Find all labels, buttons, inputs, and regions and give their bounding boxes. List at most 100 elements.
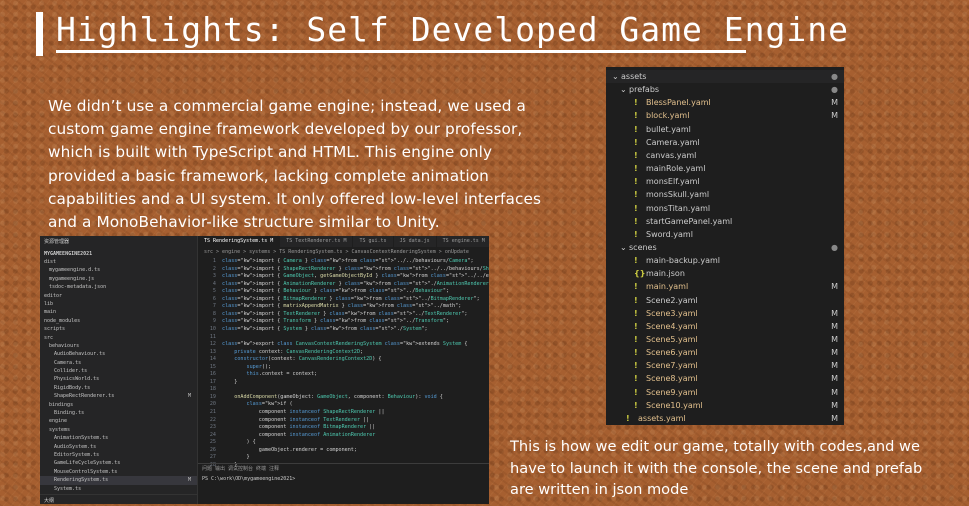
- modified-badge: M: [831, 282, 838, 292]
- file-label: Scene10.yaml: [646, 400, 703, 410]
- tree-item[interactable]: lib: [40, 300, 197, 308]
- file-row[interactable]: ! Scene3.yaml M: [606, 307, 844, 320]
- file-row[interactable]: ! monsTitan.yaml: [606, 202, 844, 215]
- file-row[interactable]: ! Scene2.yaml: [606, 294, 844, 307]
- file-row[interactable]: ! main-backup.yaml: [606, 254, 844, 267]
- file-label: Camera.yaml: [646, 137, 700, 147]
- editor-tab[interactable]: TS gui.ts: [353, 236, 394, 247]
- tree-item[interactable]: Camera.ts: [40, 359, 197, 367]
- yaml-file-icon: !: [634, 190, 638, 200]
- file-row[interactable]: ! monsSkull.yaml: [606, 188, 844, 201]
- editor-tab[interactable]: JS data.js: [394, 236, 437, 247]
- tree-item[interactable]: Binding.ts: [40, 409, 197, 417]
- modified-badge: M: [831, 387, 838, 397]
- editor-tab[interactable]: TS TextRenderer.ts M: [280, 236, 354, 247]
- tree-item[interactable]: mygameengine.d.ts: [40, 266, 197, 274]
- project-name: MYGAMEENGINE2021: [44, 251, 93, 257]
- tree-item-label: scripts: [44, 326, 66, 333]
- tree-item-label: RigidBody.ts: [54, 384, 91, 391]
- tree-item-label: EditorSystem.ts: [54, 451, 100, 458]
- yaml-file-icon: !: [634, 164, 638, 174]
- file-row[interactable]: ! Camera.yaml: [606, 136, 844, 149]
- tree-item[interactable]: Collider.ts: [40, 367, 197, 375]
- folder-row[interactable]: ⌄ scenes ●: [606, 241, 844, 254]
- tree-item[interactable]: main: [40, 308, 197, 316]
- tree-item[interactable]: MouseControlSystem.ts: [40, 468, 197, 476]
- yaml-file-icon: !: [634, 335, 638, 344]
- chevron-down-icon[interactable]: ⌄: [620, 83, 627, 96]
- tree-item[interactable]: dist: [40, 258, 197, 266]
- modified-badge: M: [187, 477, 191, 484]
- file-label: monsSkull.yaml: [646, 190, 710, 200]
- yaml-file-icon: !: [634, 321, 638, 331]
- line-number: 23: [209, 424, 216, 431]
- tree-item[interactable]: RenderingSystem.ts M: [40, 476, 197, 485]
- chevron-down-icon[interactable]: ⌄: [620, 241, 627, 254]
- file-row[interactable]: ! Scene8.yaml M: [606, 372, 844, 385]
- file-label: bullet.yaml: [646, 124, 691, 134]
- file-label: BlessPanel.yaml: [646, 98, 711, 108]
- tree-item-label: Binding.ts: [54, 410, 85, 417]
- tree-item-label: PhysicsWorld.ts: [54, 376, 100, 383]
- tree-item[interactable]: tsdoc-metadata.json: [40, 283, 197, 291]
- file-row[interactable]: ! Scene6.yaml M: [606, 346, 844, 359]
- tree-item[interactable]: System.ts: [40, 485, 197, 493]
- line-number: 13: [209, 348, 216, 355]
- file-row[interactable]: {} main.json: [606, 267, 844, 280]
- file-row[interactable]: ! BlessPanel.yaml M: [606, 96, 844, 109]
- outline-label: 大纲: [40, 494, 197, 504]
- code-line: class="kw">import { TextRenderer } class…: [222, 310, 468, 317]
- file-row[interactable]: ! monsElf.yaml: [606, 175, 844, 188]
- file-row[interactable]: ! mainRole.yaml: [606, 162, 844, 175]
- file-row[interactable]: ! startGamePanel.yaml: [606, 215, 844, 228]
- file-row[interactable]: ! canvas.yaml: [606, 149, 844, 162]
- tree-item[interactable]: PhysicsWorld.ts: [40, 375, 197, 383]
- tree-item-label: mygameengine.js: [49, 275, 95, 282]
- file-row[interactable]: ! Scene5.yaml M: [606, 333, 844, 346]
- tree-item[interactable]: AudioBehaviour.ts: [40, 350, 197, 358]
- folder-row[interactable]: ⌄ assets ●: [606, 70, 844, 83]
- tree-item[interactable]: editor: [40, 292, 197, 300]
- file-row[interactable]: ! assets.yaml M: [606, 412, 844, 425]
- tree-item[interactable]: src: [40, 334, 197, 342]
- changes-dot-icon: ●: [831, 85, 838, 95]
- tree-item[interactable]: engine: [40, 417, 197, 425]
- tree-item[interactable]: RigidBody.ts: [40, 384, 197, 392]
- file-row[interactable]: ! Scene4.yaml M: [606, 320, 844, 333]
- file-row[interactable]: ! block.yaml M: [606, 109, 844, 122]
- tree-item[interactable]: scripts: [40, 325, 197, 333]
- file-row[interactable]: ! Scene7.yaml M: [606, 359, 844, 372]
- tree-item[interactable]: bindings: [40, 401, 197, 409]
- title-underline: [56, 50, 746, 53]
- tree-item[interactable]: GameLifeCycleSystem.ts: [40, 459, 197, 467]
- code-line: class="kw">import { Behaviour } class="k…: [222, 288, 450, 295]
- tree-item[interactable]: systems: [40, 426, 197, 434]
- file-row[interactable]: ! Sword.yaml: [606, 228, 844, 241]
- editor-tab[interactable]: TS engine.ts M: [437, 236, 489, 247]
- chevron-down-icon[interactable]: ⌄: [612, 70, 619, 83]
- tree-item[interactable]: node_modules: [40, 317, 197, 325]
- file-row[interactable]: ! Scene9.yaml M: [606, 386, 844, 399]
- tree-item-label: lib: [44, 300, 54, 307]
- folder-row[interactable]: ⌄ prefabs ●: [606, 83, 844, 96]
- file-label: scenes: [629, 242, 657, 252]
- tree-item[interactable]: AudioSystem.ts: [40, 443, 197, 451]
- yaml-file-icon: !: [634, 374, 638, 384]
- editor-tab[interactable]: TS RenderingSystem.ts M: [198, 236, 281, 247]
- file-label: main.json: [646, 269, 685, 279]
- tree-item[interactable]: behaviours: [40, 342, 197, 350]
- file-row[interactable]: ! main.yaml M: [606, 280, 844, 293]
- tree-item[interactable]: ShapeRectRenderer.ts M: [40, 392, 197, 400]
- file-row[interactable]: ! Scene10.yaml M: [606, 399, 844, 412]
- tree-item[interactable]: EditorSystem.ts: [40, 451, 197, 459]
- code-line: class="kw">import { GameObject, getGameO…: [222, 273, 489, 280]
- modified-badge: M: [831, 308, 838, 318]
- tree-item[interactable]: mygameengine.js: [40, 275, 197, 283]
- modified-badge: M: [831, 413, 838, 423]
- editor-tabs: TS RenderingSystem.ts M TS TextRenderer.t…: [198, 236, 489, 247]
- modified-badge: M: [831, 400, 838, 410]
- file-row[interactable]: ! bullet.yaml: [606, 123, 844, 136]
- tree-item-label: dist: [44, 259, 57, 265]
- line-number: 7: [212, 303, 216, 310]
- tree-item[interactable]: AnimationSystem.ts: [40, 434, 197, 442]
